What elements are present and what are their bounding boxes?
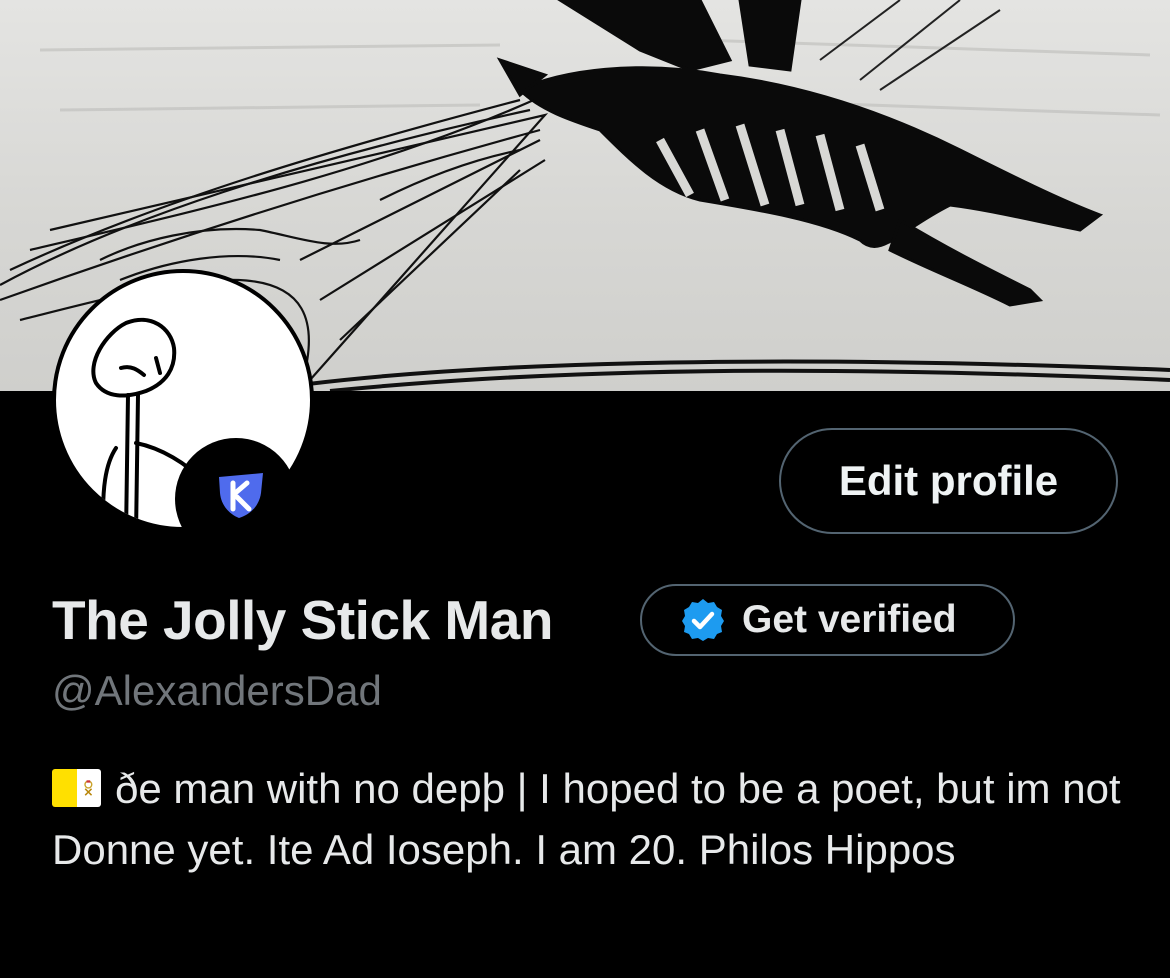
profile-handle: @AlexandersDad (52, 667, 382, 714)
stick-figure-avatar-icon (91, 317, 208, 527)
vatican-flag-icon (52, 769, 101, 807)
get-verified-label: Get verified (742, 598, 957, 641)
display-name: The Jolly Stick Man (52, 589, 553, 651)
bio-text: ðe man with no depþ | I hoped to be a po… (52, 765, 1121, 873)
profile-bio: ðe man with no depþ | I hoped to be a po… (52, 758, 1122, 880)
community-badge-icon[interactable] (215, 471, 267, 519)
edit-profile-button[interactable]: Edit profile (779, 428, 1118, 534)
get-verified-button[interactable]: Get verified (640, 584, 1015, 656)
verified-check-icon (682, 599, 724, 641)
profile-avatar[interactable] (52, 269, 314, 531)
